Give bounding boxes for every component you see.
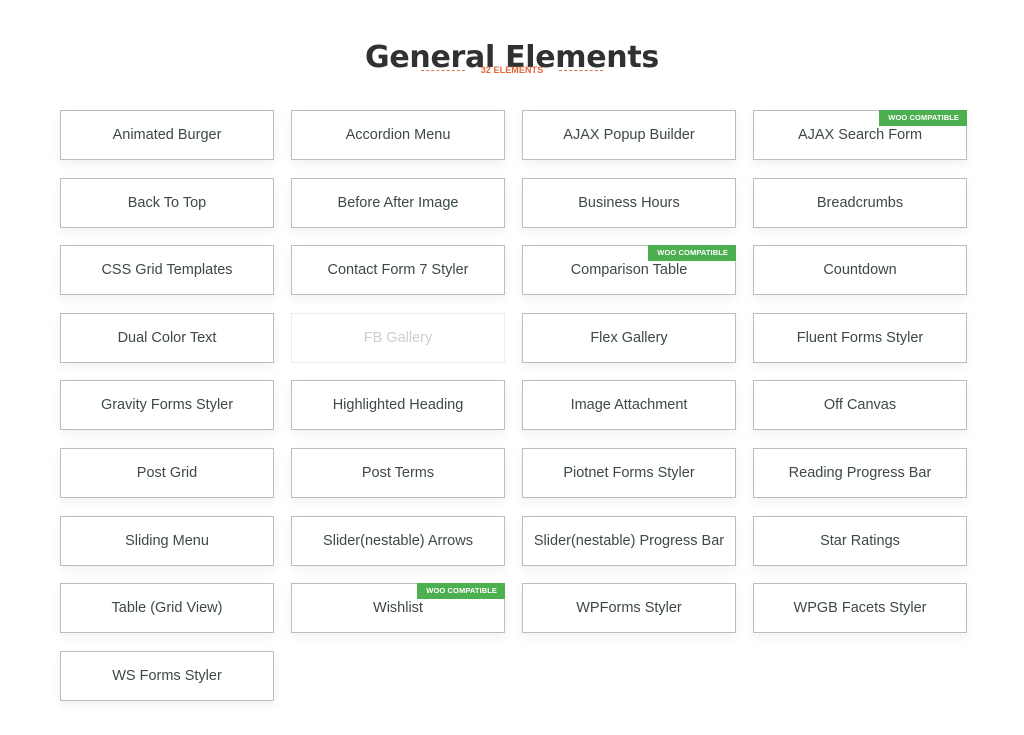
element-card[interactable]: Comparison Table WOO COMPATIBLE (522, 245, 736, 296)
element-card[interactable]: AJAX Popup Builder (522, 110, 736, 160)
element-card[interactable]: WPForms Styler (522, 583, 736, 634)
element-card-label: Dual Color Text (117, 329, 217, 346)
divider-left (420, 69, 465, 71)
element-card-label: Countdown (823, 262, 897, 279)
element-card[interactable]: Post Terms (291, 447, 505, 498)
element-count: 32 ELEMENTS (480, 65, 544, 75)
element-count-row: 32 ELEMENTS (0, 65, 1024, 75)
element-card[interactable]: Back To Top (60, 177, 274, 228)
element-card[interactable]: Business Hours (522, 177, 736, 228)
element-card[interactable]: Sliding Menu (60, 515, 274, 566)
element-card-label: AJAX Search Form (797, 127, 923, 143)
element-card-label: Business Hours (578, 194, 680, 211)
element-card[interactable]: Slider(nestable) Progress Bar (522, 515, 736, 566)
element-card[interactable]: Dual Color Text (60, 312, 274, 363)
element-card-label: CSS Grid Templates (101, 262, 233, 279)
element-card-label: Post Grid (136, 464, 198, 481)
element-card-label: Contact Form 7 Styler (327, 262, 469, 279)
element-card-label: Comparison Table (570, 262, 688, 279)
element-card-label: Slider(nestable) Arrows (323, 532, 473, 549)
element-card[interactable]: Before After Image (291, 177, 505, 228)
element-card[interactable]: Off Canvas (753, 380, 967, 431)
element-card-label: Flex Gallery (590, 329, 668, 346)
element-card-label: AJAX Popup Builder (563, 127, 695, 143)
element-card-label: Star Ratings (820, 532, 900, 549)
woo-compatible-badge: WOO COMPATIBLE (648, 245, 736, 262)
element-card-label: Wishlist (373, 600, 423, 617)
element-card-label: Table (Grid View) (111, 600, 223, 617)
element-card[interactable]: Flex Gallery (522, 312, 736, 363)
element-card: FB Gallery (291, 312, 505, 363)
elements-grid: Animated Burger Accordion Menu AJAX Popup … (60, 110, 967, 701)
element-card-label: Animated Burger (112, 127, 222, 143)
element-card-label: Gravity Forms Styler (100, 397, 234, 414)
element-card[interactable]: Table (Grid View) (60, 583, 274, 634)
element-card[interactable]: Animated Burger (60, 110, 274, 160)
element-card[interactable]: Countdown (753, 245, 967, 296)
element-card[interactable]: Accordion Menu (291, 110, 505, 160)
element-card-label: Sliding Menu (125, 532, 209, 549)
element-card-label: Fluent Forms Styler (796, 329, 924, 346)
element-card-label: Breadcrumbs (816, 194, 904, 211)
element-card[interactable]: Post Grid (60, 447, 274, 498)
element-card-label: Post Terms (361, 464, 435, 481)
woo-compatible-badge: WOO COMPATIBLE (417, 583, 505, 600)
element-card[interactable]: AJAX Search Form WOO COMPATIBLE (753, 110, 967, 160)
element-card[interactable]: Wishlist WOO COMPATIBLE (291, 583, 505, 634)
element-card-label: WPGB Facets Styler (793, 600, 927, 617)
element-card[interactable]: CSS Grid Templates (60, 245, 274, 296)
element-card[interactable]: Highlighted Heading (291, 380, 505, 431)
element-card[interactable]: Reading Progress Bar (753, 447, 967, 498)
element-card[interactable]: Slider(nestable) Arrows (291, 515, 505, 566)
element-card[interactable]: Gravity Forms Styler (60, 380, 274, 431)
element-card[interactable]: WPGB Facets Styler (753, 583, 967, 634)
element-card[interactable]: WS Forms Styler (60, 650, 274, 701)
element-card[interactable]: Piotnet Forms Styler (522, 447, 736, 498)
woo-compatible-badge: WOO COMPATIBLE (879, 110, 967, 126)
element-card[interactable]: Contact Form 7 Styler (291, 245, 505, 296)
element-card[interactable]: Star Ratings (753, 515, 967, 566)
element-card-label: Before After Image (337, 194, 459, 211)
element-card-label: Highlighted Heading (332, 397, 464, 414)
element-card-label: Image Attachment (570, 397, 688, 414)
element-card-label: WS Forms Styler (112, 667, 222, 684)
element-card-label: Slider(nestable) Progress Bar (533, 532, 725, 549)
divider-right (559, 69, 604, 71)
element-card[interactable]: Fluent Forms Styler (753, 312, 967, 363)
element-card-label: WPForms Styler (576, 600, 682, 617)
element-card-label: Back To Top (127, 194, 207, 211)
element-card[interactable]: Breadcrumbs (753, 177, 967, 228)
element-card-label: Off Canvas (823, 397, 897, 414)
element-card-label: Accordion Menu (345, 127, 451, 143)
element-card-label: FB Gallery (363, 329, 433, 346)
element-card-label: Reading Progress Bar (788, 464, 932, 481)
element-card-label: Piotnet Forms Styler (563, 464, 695, 481)
element-card[interactable]: Image Attachment (522, 380, 736, 431)
